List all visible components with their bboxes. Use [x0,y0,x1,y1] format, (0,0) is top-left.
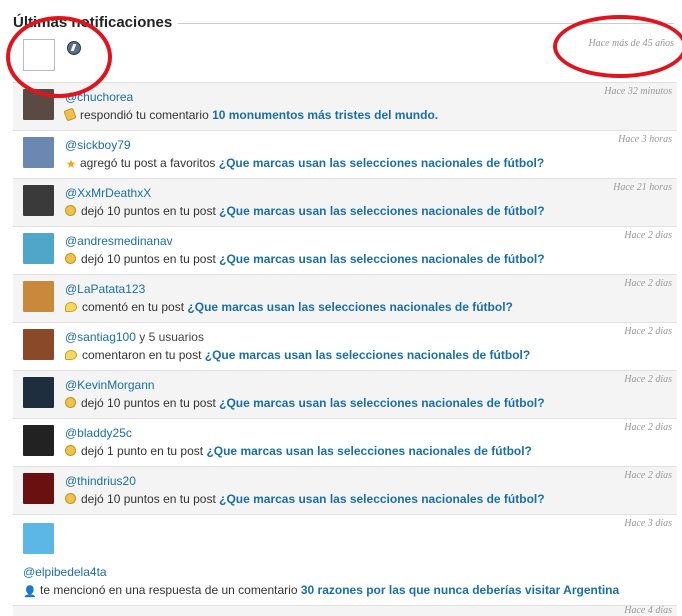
coin-icon [65,445,76,456]
action-line: comentaron en tu post ¿Que marcas usan l… [65,348,530,362]
action-line: respondió tu comentario 10 monumentos má… [63,107,438,122]
action-text: comentaron en tu post [82,348,205,362]
coin-icon [65,253,76,264]
post-link[interactable]: ¿Que marcas usan las selecciones naciona… [219,156,544,170]
list-item[interactable]: Hace 4 días [13,605,677,616]
action-text: dejó 10 puntos en tu post [81,492,220,506]
action-line: 👤 te mencionó en una respuesta de un come… [23,583,619,599]
user-line: @bladdy25c [65,426,132,440]
user-link[interactable]: @andresmedinanav [65,234,173,248]
list-item[interactable]: @andresmedinanav dejó 10 puntos en tu pos… [13,226,677,274]
user-line: @andresmedinanav [65,234,173,248]
list-item[interactable]: @bladdy25c dejó 1 punto en tu post ¿Que m… [13,418,677,466]
user-line: @LaPatata123 [65,282,145,296]
coin-icon [65,493,76,504]
avatar[interactable] [23,377,54,408]
timestamp: Hace 3 horas [618,134,672,145]
post-link[interactable]: ¿Que marcas usan las selecciones naciona… [206,444,531,458]
timestamp: Hace 2 días [624,230,672,241]
action-line: dejó 10 puntos en tu post ¿Que marcas us… [65,492,545,506]
avatar[interactable] [23,137,54,168]
timestamp: Hace 32 minutos [604,86,672,97]
avatar[interactable] [23,523,54,554]
action-text: dejó 10 puntos en tu post [81,396,220,410]
action-line: dejó 10 puntos en tu post ¿Que marcas us… [65,252,545,266]
action-text: dejó 1 punto en tu post [81,444,207,458]
notification-list: @chuchorea respondió tu comentario 10 mon… [13,82,677,616]
list-item[interactable]: @santiag100 y 5 usuarios comentaron en tu… [13,322,677,370]
post-link[interactable]: ¿Que marcas usan las selecciones naciona… [219,492,544,506]
coin-icon [65,205,76,216]
action-line: dejó 10 puntos en tu post ¿Que marcas us… [65,204,545,218]
action-text: agregó tu post a favoritos [80,156,219,170]
timestamp: Hace 21 horas [613,182,672,193]
timestamp: Hace 4 días [624,605,672,616]
comment-icon [65,302,77,312]
action-text: dejó 10 puntos en tu post [81,204,220,218]
action-line: comentó en tu post ¿Que marcas usan las … [65,300,513,314]
list-item[interactable]: @XxMrDeathxX dejó 10 puntos en tu post ¿Q… [13,178,677,226]
action-text: te mencionó en una respuesta de un comen… [40,583,301,597]
action-line: ★ agregó tu post a favoritos ¿Que marcas … [65,156,545,171]
post-link[interactable]: 30 razones por las que nunca deberías vi… [301,583,619,597]
post-link[interactable]: ¿Que marcas usan las selecciones naciona… [187,300,512,314]
comment-icon [65,350,77,360]
user-line: @elpibedela4ta [23,565,107,579]
action-text: dejó 10 puntos en tu post [81,252,220,266]
action-text: respondió tu comentario [80,108,213,122]
list-item[interactable]: @sickboy79 ★ agregó tu post a favoritos ¿Q… [13,130,677,178]
user-line: @KevinMorgann [65,378,155,392]
avatar[interactable] [23,329,54,360]
avatar[interactable] [23,233,54,264]
timestamp: Hace 3 días [624,518,672,529]
coin-icon [65,397,76,408]
user-link[interactable]: @KevinMorgann [65,378,155,392]
user-link[interactable]: @elpibedela4ta [23,565,107,579]
post-link[interactable]: ¿Que marcas usan las selecciones naciona… [219,252,544,266]
action-text: comentó en tu post [82,300,188,314]
user-line: @santiag100 y 5 usuarios [65,330,204,344]
user-line: @thindrius20 [65,474,136,488]
user-link[interactable]: @bladdy25c [65,426,132,440]
extra-users-text: y 5 usuarios [135,330,204,344]
star-icon: ★ [65,157,77,171]
user-link[interactable]: @XxMrDeathxX [65,186,151,200]
avatar[interactable] [23,185,54,216]
user-link[interactable]: @sickboy79 [65,138,131,152]
annotation-circle-time [553,15,682,78]
list-item[interactable]: @KevinMorgann dejó 10 puntos en tu post ¿… [13,370,677,418]
post-link[interactable]: 10 monumentos más tristes del mundo. [212,108,438,122]
list-item[interactable]: @chuchorea respondió tu comentario 10 mon… [13,82,677,130]
user-link[interactable]: @LaPatata123 [65,282,145,296]
user-link[interactable]: @thindrius20 [65,474,136,488]
reply-icon [63,107,77,122]
action-line: dejó 10 puntos en tu post ¿Que marcas us… [65,396,545,410]
timestamp: Hace 2 días [624,422,672,433]
action-line: dejó 1 punto en tu post ¿Que marcas usan… [65,444,532,458]
avatar[interactable] [23,281,54,312]
avatar[interactable] [23,425,54,456]
mention-icon: 👤 [23,586,37,598]
list-item[interactable]: @thindrius20 dejó 10 puntos en tu post ¿Q… [13,466,677,514]
timestamp: Hace 2 días [624,470,672,481]
list-item[interactable]: @LaPatata123 comentó en tu post ¿Que marc… [13,274,677,322]
annotation-circle-avatar [6,16,112,98]
post-link[interactable]: ¿Que marcas usan las selecciones naciona… [219,396,544,410]
post-link[interactable]: ¿Que marcas usan las selecciones naciona… [219,204,544,218]
post-link[interactable]: ¿Que marcas usan las selecciones naciona… [205,348,530,362]
list-item[interactable]: @elpibedela4ta 👤 te mencionó en una respue… [13,514,677,605]
user-line: @sickboy79 [65,138,131,152]
user-link[interactable]: @santiag100 [65,330,136,344]
avatar[interactable] [23,473,54,504]
user-line: @XxMrDeathxX [65,186,151,200]
timestamp: Hace 2 días [624,374,672,385]
timestamp: Hace 2 días [624,278,672,289]
timestamp: Hace 2 días [624,326,672,337]
